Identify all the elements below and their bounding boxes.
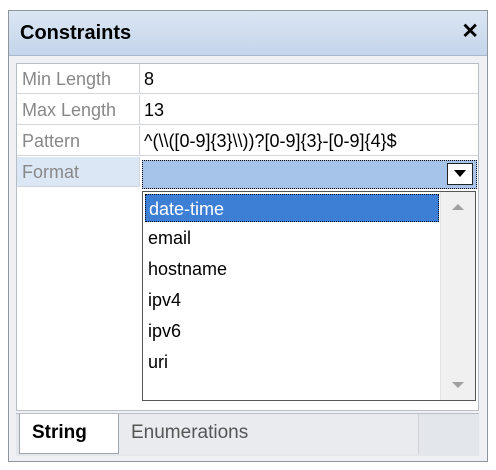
tab-bar: String Enumerations: [16, 413, 479, 456]
format-option-ipv6[interactable]: ipv6: [145, 317, 439, 345]
property-grid: Min Length 8 Max Length 13 Pattern ^(\\(…: [16, 63, 479, 411]
dropdown-button[interactable]: [447, 163, 473, 185]
tab-enumerations[interactable]: Enumerations: [119, 414, 419, 454]
scroll-up-icon[interactable]: [452, 204, 464, 210]
property-row-min-length[interactable]: Min Length 8: [17, 64, 478, 95]
tab-string[interactable]: String: [19, 414, 119, 454]
format-option-email[interactable]: email: [145, 224, 439, 252]
property-label: Max Length: [17, 95, 140, 125]
format-option-ipv4[interactable]: ipv4: [145, 286, 439, 314]
panel-title: Constraints: [20, 22, 132, 44]
property-label: Format: [17, 157, 140, 187]
format-option-hostname[interactable]: hostname: [145, 255, 439, 283]
chevron-down-icon: [454, 170, 466, 177]
format-combobox[interactable]: [142, 160, 477, 189]
format-option-uri[interactable]: uri: [145, 348, 439, 376]
max-length-value[interactable]: 13: [140, 95, 478, 125]
format-option-date-time[interactable]: date-time: [145, 194, 439, 222]
dropdown-scrollbar[interactable]: [440, 192, 475, 400]
property-label: Pattern: [17, 126, 140, 156]
property-row-pattern[interactable]: Pattern ^(\\([0-9]{3}\\))?[0-9]{3}-[0-9]…: [17, 126, 478, 157]
constraints-panel: Constraints ✕ Min Length 8 Max Length 13…: [8, 10, 488, 462]
property-row-max-length[interactable]: Max Length 13: [17, 95, 478, 126]
pattern-value[interactable]: ^(\\([0-9]{3}\\))?[0-9]{3}-[0-9]{4}$: [140, 126, 478, 156]
property-label: Min Length: [17, 64, 140, 94]
scroll-down-icon[interactable]: [452, 382, 464, 388]
panel-titlebar: Constraints ✕: [9, 11, 487, 56]
format-dropdown-list[interactable]: date-time email hostname ipv4 ipv6 uri: [142, 191, 476, 401]
min-length-value[interactable]: 8: [140, 64, 478, 94]
close-icon[interactable]: ✕: [461, 20, 479, 44]
